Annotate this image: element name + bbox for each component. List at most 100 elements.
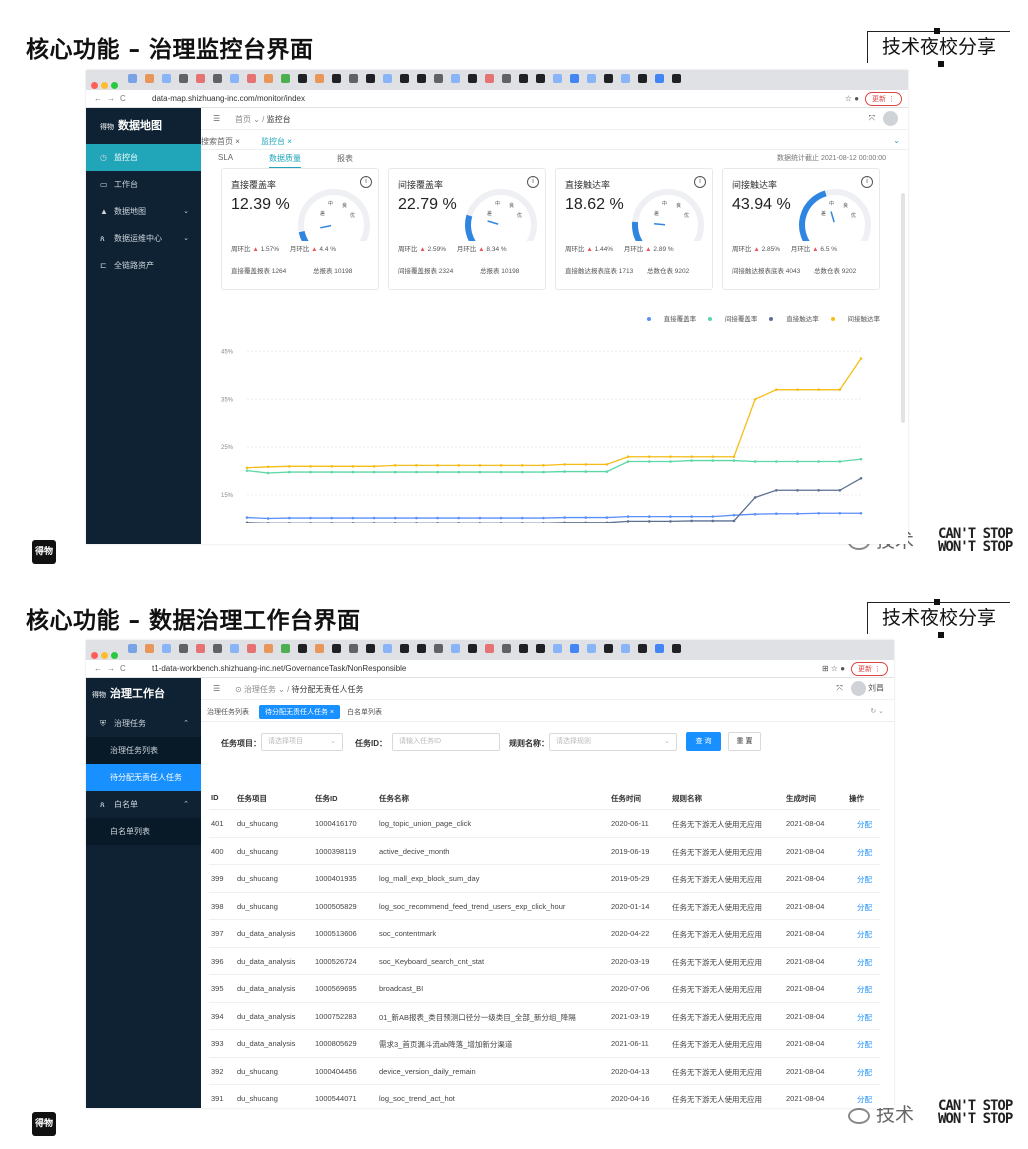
favicon-icon[interactable] xyxy=(655,74,664,83)
assign-link[interactable]: 分配 xyxy=(857,984,872,995)
favicon-icon[interactable] xyxy=(383,644,392,653)
favicon-icon[interactable] xyxy=(179,644,188,653)
favicon-icon[interactable] xyxy=(315,74,324,83)
data-point[interactable] xyxy=(669,520,672,523)
data-point[interactable] xyxy=(415,470,418,474)
data-point[interactable] xyxy=(690,455,693,459)
data-point[interactable] xyxy=(245,469,249,472)
fullscreen-icon[interactable]: ⤧ xyxy=(836,684,842,693)
sidebar-item-assets[interactable]: ⊏ 全链路资产 xyxy=(86,252,201,279)
data-point[interactable] xyxy=(309,470,312,474)
assign-link[interactable]: 分配 xyxy=(857,847,872,858)
data-point[interactable] xyxy=(372,516,376,520)
data-point[interactable] xyxy=(838,388,842,391)
data-point[interactable] xyxy=(626,520,630,523)
data-point[interactable] xyxy=(817,460,820,463)
favicon-icon[interactable] xyxy=(502,74,511,83)
favicon-icon[interactable] xyxy=(247,644,256,653)
data-point[interactable] xyxy=(647,460,651,463)
data-point[interactable] xyxy=(520,470,524,474)
data-point[interactable] xyxy=(817,511,820,515)
data-point[interactable] xyxy=(584,470,588,473)
favicon-icon[interactable] xyxy=(502,644,511,653)
favicon-icon[interactable] xyxy=(451,644,460,653)
data-point[interactable] xyxy=(245,521,249,523)
tab-monitor[interactable]: 监控台 × xyxy=(261,136,292,147)
sidebar-group-whitelist[interactable]: ጰ 白名单 ⌃ xyxy=(86,791,201,818)
data-point[interactable] xyxy=(351,470,355,474)
sidebar-item-task-list[interactable]: 治理任务列表 xyxy=(86,737,201,764)
favicon-icon[interactable] xyxy=(298,74,307,83)
data-point[interactable] xyxy=(584,463,588,466)
favicon-icon[interactable] xyxy=(587,74,596,83)
favicon-icon[interactable] xyxy=(366,74,375,83)
data-point[interactable] xyxy=(605,463,609,466)
favicon-icon[interactable] xyxy=(536,74,545,83)
favicon-icon[interactable] xyxy=(264,644,273,653)
favicon-icon[interactable] xyxy=(349,74,358,83)
favicon-icon[interactable] xyxy=(213,644,222,653)
favicon-icon[interactable] xyxy=(485,74,494,83)
url-field[interactable]: data-map.shizhuang-inc.com/monitor/index xyxy=(152,94,305,103)
data-point[interactable] xyxy=(266,471,270,475)
data-point[interactable] xyxy=(351,516,355,520)
data-point[interactable] xyxy=(415,522,418,523)
data-point[interactable] xyxy=(753,460,757,463)
assign-link[interactable]: 分配 xyxy=(857,1094,872,1105)
scrollbar[interactable] xyxy=(901,193,905,423)
favicon-icon[interactable] xyxy=(451,74,460,83)
data-point[interactable] xyxy=(605,470,609,473)
data-point[interactable] xyxy=(584,521,588,523)
data-point[interactable] xyxy=(478,470,482,474)
tab-search-home[interactable]: 搜索首页 × xyxy=(201,136,240,147)
favicon-icon[interactable] xyxy=(196,74,205,83)
data-point[interactable] xyxy=(245,466,249,470)
data-point[interactable] xyxy=(647,455,651,459)
data-point[interactable] xyxy=(245,516,249,519)
favicon-icon[interactable] xyxy=(349,644,358,653)
data-point[interactable] xyxy=(796,488,799,492)
favicon-icon[interactable] xyxy=(570,644,579,653)
data-point[interactable] xyxy=(330,470,333,474)
data-point[interactable] xyxy=(288,470,291,474)
data-point[interactable] xyxy=(669,515,672,518)
tab-data-quality[interactable]: 数据质量 xyxy=(269,153,301,169)
data-point[interactable] xyxy=(859,476,863,480)
data-point[interactable] xyxy=(711,515,715,518)
data-point[interactable] xyxy=(520,464,524,467)
favicon-icon[interactable] xyxy=(383,74,392,83)
data-point[interactable] xyxy=(288,465,291,468)
favicon-icon[interactable] xyxy=(519,644,528,653)
favicon-icon[interactable] xyxy=(400,74,409,83)
data-point[interactable] xyxy=(436,522,439,523)
data-point[interactable] xyxy=(330,465,333,468)
favicon-icon[interactable] xyxy=(162,74,171,83)
data-point[interactable] xyxy=(393,464,397,467)
data-point[interactable] xyxy=(859,511,863,515)
data-point[interactable] xyxy=(732,459,736,462)
data-point[interactable] xyxy=(775,388,778,391)
data-point[interactable] xyxy=(457,522,460,523)
menu-icon[interactable]: ☰ xyxy=(213,684,220,693)
data-point[interactable] xyxy=(372,522,376,523)
data-point[interactable] xyxy=(817,388,820,391)
data-point[interactable] xyxy=(542,470,545,474)
favicon-icon[interactable] xyxy=(604,74,613,83)
data-point[interactable] xyxy=(859,357,863,360)
data-point[interactable] xyxy=(499,470,503,474)
data-point[interactable] xyxy=(626,460,630,463)
favicon-icon[interactable] xyxy=(400,644,409,653)
data-point[interactable] xyxy=(753,397,757,401)
favicon-icon[interactable] xyxy=(281,74,290,83)
data-point[interactable] xyxy=(436,470,439,474)
favicon-icon[interactable] xyxy=(145,644,154,653)
data-point[interactable] xyxy=(669,460,672,463)
data-point[interactable] xyxy=(584,516,588,519)
tab-report[interactable]: 报表 xyxy=(337,153,353,164)
data-point[interactable] xyxy=(563,521,566,523)
data-point[interactable] xyxy=(542,464,545,467)
data-point[interactable] xyxy=(415,516,418,520)
assign-link[interactable]: 分配 xyxy=(857,1039,872,1050)
data-point[interactable] xyxy=(563,463,566,466)
reset-button[interactable]: 重 置 xyxy=(728,732,761,751)
